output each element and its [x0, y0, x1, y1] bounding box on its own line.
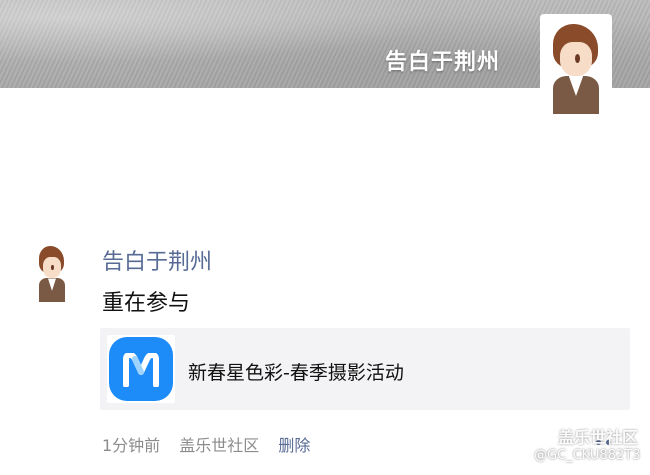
watermark-user: @GC_CKU882T3 [534, 448, 641, 463]
post-time: 1分钟前 [102, 436, 161, 455]
post-meta: 1分钟前 盖乐世社区 删除 [102, 432, 324, 456]
delete-link[interactable]: 删除 [278, 436, 310, 455]
cover-user-name: 告白于荆州 [384, 50, 500, 75]
post-text: 重在参与 [102, 291, 191, 316]
post-author-avatar[interactable] [32, 240, 72, 302]
shared-link-card[interactable]: 新春星色彩-春季摄影活动 [100, 328, 630, 410]
post-author-name[interactable]: 告白于荆州 [102, 244, 212, 276]
post-source: 盖乐世社区 [179, 436, 260, 455]
profile-avatar[interactable] [540, 14, 612, 114]
members-app-icon [107, 335, 175, 403]
shared-link-title: 新春星色彩-春季摄影活动 [188, 362, 404, 384]
watermark-title: 盖乐世社区 [558, 428, 639, 447]
